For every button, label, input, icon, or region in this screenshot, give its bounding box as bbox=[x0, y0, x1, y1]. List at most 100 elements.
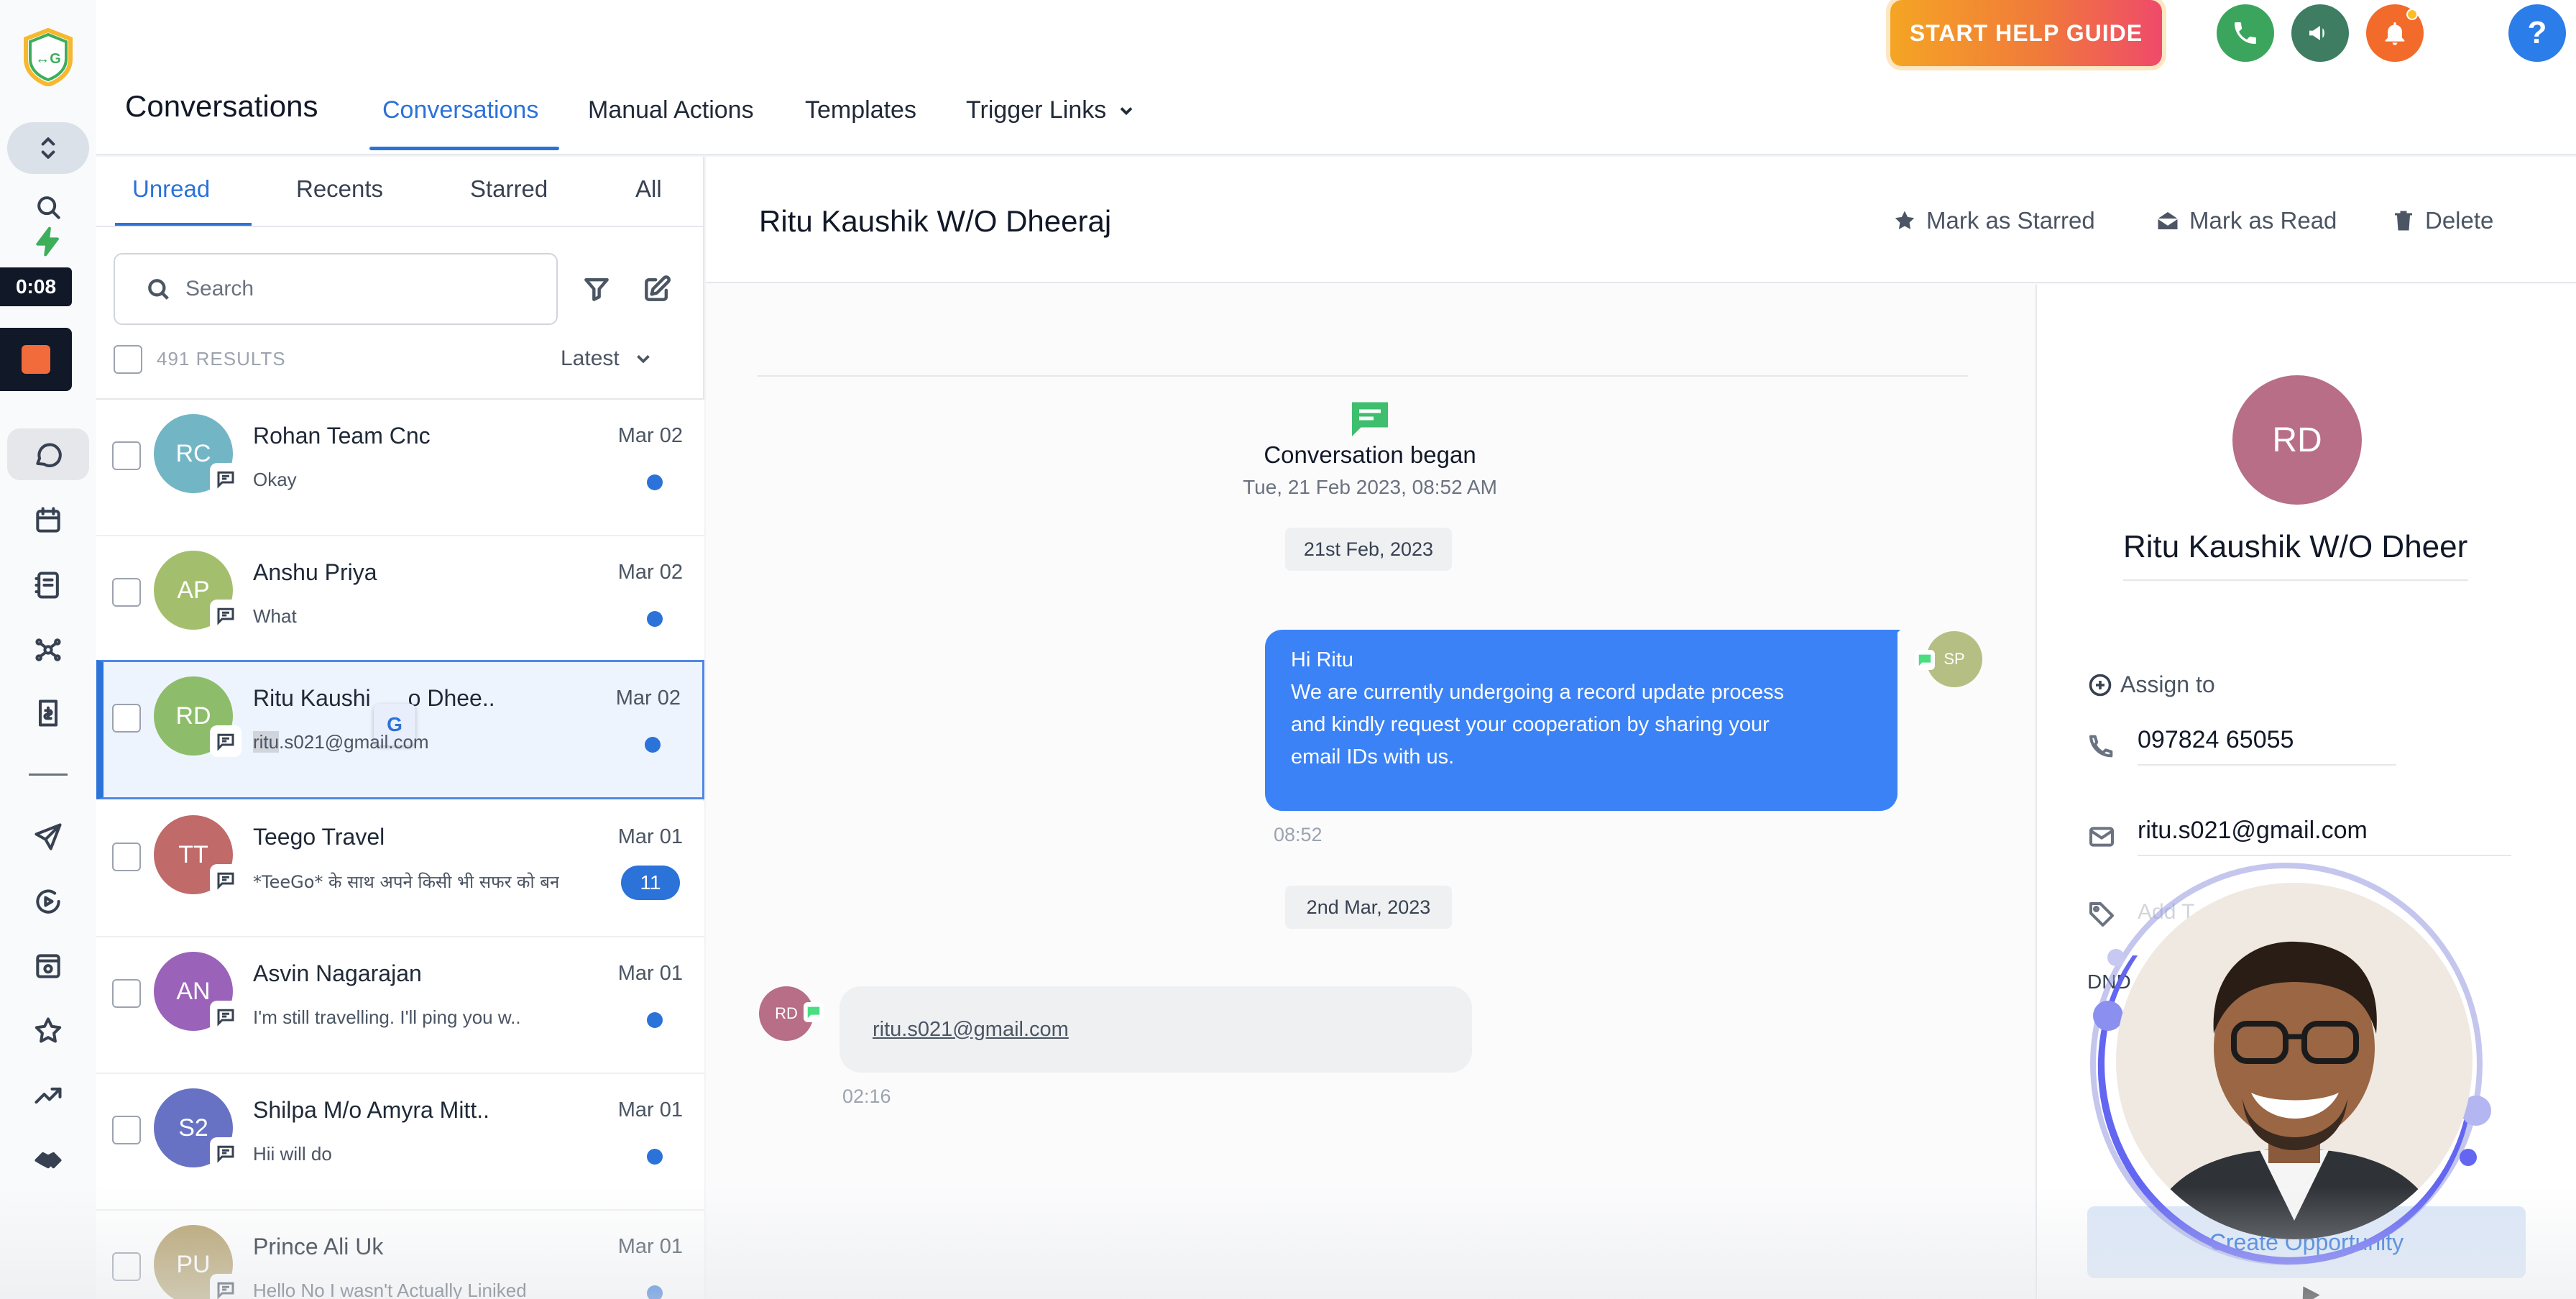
conversation-row[interactable]: TT Teego Travel *TeeGo* के साथ अपने किसी… bbox=[96, 801, 704, 937]
star-icon bbox=[1895, 211, 1915, 229]
contact-name-field[interactable]: Ritu Kaushik W/O Dheeraj bbox=[2123, 529, 2468, 581]
conversation-row[interactable]: S2 Shilpa M/o Amyra Mitt.. Hii will do M… bbox=[96, 1074, 704, 1211]
nav-reporting[interactable] bbox=[7, 1070, 89, 1121]
sort-label: Latest bbox=[561, 346, 620, 370]
row-checkbox[interactable] bbox=[112, 979, 141, 1008]
tag-icon bbox=[2089, 902, 2114, 927]
play-circle-icon bbox=[36, 889, 60, 914]
sms-channel-icon bbox=[211, 866, 240, 894]
conversation-row[interactable]: AP Anshu Priya What Mar 02 bbox=[96, 536, 704, 673]
rail-divider bbox=[29, 774, 68, 776]
start-help-guide-button[interactable]: START HELP GUIDE bbox=[1890, 0, 2162, 66]
tab-manual-actions[interactable]: Manual Actions bbox=[588, 96, 754, 124]
mark-as-starred-button[interactable]: Mark as Starred bbox=[1892, 207, 2095, 234]
nav-payments[interactable] bbox=[7, 687, 89, 739]
message-line: email IDs with us. bbox=[1291, 745, 1455, 768]
conversation-icon bbox=[1352, 402, 1388, 436]
email-row: ritu.s021@gmail.com bbox=[2087, 817, 2511, 856]
bell-icon bbox=[2385, 22, 2405, 45]
contact-name: Asvin Nagarajan bbox=[253, 960, 422, 986]
filter-button[interactable] bbox=[578, 270, 615, 308]
nav-sites[interactable] bbox=[7, 940, 89, 992]
row-checkbox[interactable] bbox=[112, 441, 141, 470]
stop-recording-button[interactable] bbox=[0, 328, 72, 391]
tab-all[interactable]: All bbox=[635, 175, 662, 203]
search-input[interactable] bbox=[185, 277, 530, 301]
message-date: Mar 01 bbox=[617, 1235, 683, 1258]
quick-actions-button[interactable] bbox=[7, 226, 89, 257]
nav-integrations[interactable] bbox=[7, 1134, 89, 1186]
row-checkbox[interactable] bbox=[112, 578, 141, 607]
svg-text:↔G: ↔G bbox=[35, 51, 61, 67]
date-separator: 21st Feb, 2023 bbox=[1285, 528, 1452, 571]
phone-button[interactable] bbox=[2217, 4, 2274, 62]
row-checkbox[interactable] bbox=[112, 1252, 141, 1281]
nav-reputation[interactable] bbox=[7, 1005, 89, 1057]
page-title: Conversations bbox=[125, 89, 318, 123]
tab-starred[interactable]: Starred bbox=[470, 175, 548, 203]
nav-contacts[interactable] bbox=[7, 559, 89, 611]
search-box bbox=[114, 253, 558, 325]
tab-trigger-links[interactable]: Trigger Links bbox=[966, 96, 1136, 124]
nav-marketing[interactable] bbox=[7, 811, 89, 863]
sms-channel-icon bbox=[211, 464, 240, 493]
tab-recents[interactable]: Recents bbox=[296, 175, 383, 203]
nav-opportunities[interactable] bbox=[7, 624, 89, 676]
message-date: Mar 01 bbox=[617, 825, 683, 848]
tab-unread[interactable]: Unread bbox=[132, 175, 210, 203]
row-checkbox[interactable] bbox=[112, 843, 141, 871]
chat-contact-title: Ritu Kaushik W/O Dheeraj bbox=[759, 204, 1112, 238]
chevron-down-icon bbox=[636, 354, 650, 364]
tab-trigger-links-label: Trigger Links bbox=[966, 96, 1107, 124]
message-date: Mar 01 bbox=[617, 1098, 683, 1121]
contact-name: Teego Travel bbox=[253, 824, 385, 850]
contact-name-part: o Dhee.. bbox=[408, 685, 495, 711]
sms-badge-icon bbox=[1915, 650, 1935, 670]
phone-row: 097824 65055 bbox=[2087, 726, 2396, 766]
email-field[interactable]: ritu.s021@gmail.com bbox=[2138, 817, 2511, 856]
conversation-row-selected[interactable]: RD Ritu Kaushi o Dhee.. G ritu.s021@gmail… bbox=[96, 660, 704, 799]
webcam-feed bbox=[2116, 883, 2472, 1239]
conversation-row[interactable]: RC Rohan Team Cnc Okay Mar 02 bbox=[96, 400, 704, 536]
unread-dot bbox=[647, 1285, 663, 1299]
notifications-button[interactable] bbox=[2366, 4, 2424, 62]
help-button[interactable]: ? bbox=[2508, 4, 2566, 62]
nav-calendar[interactable] bbox=[7, 495, 89, 546]
mark-as-read-button[interactable]: Mark as Read bbox=[2155, 207, 2337, 234]
contact-name: Prince Ali Uk bbox=[253, 1234, 384, 1259]
assign-to-button[interactable]: Assign to bbox=[2087, 671, 2215, 698]
nav-automation[interactable] bbox=[7, 876, 89, 927]
tab-templates[interactable]: Templates bbox=[805, 96, 916, 124]
announcements-button[interactable] bbox=[2291, 4, 2349, 62]
sort-dropdown[interactable]: Latest bbox=[561, 346, 654, 371]
brand-logo[interactable]: ↔G bbox=[22, 27, 75, 86]
select-all-checkbox[interactable] bbox=[114, 345, 142, 374]
expand-toggle-button[interactable] bbox=[7, 122, 89, 174]
sms-channel-icon bbox=[211, 1002, 240, 1031]
incoming-message: ritu.s021@gmail.com bbox=[840, 986, 1472, 1073]
phone-field[interactable]: 097824 65055 bbox=[2138, 726, 2396, 766]
webcam-ring-dot bbox=[2107, 949, 2125, 966]
row-checkbox[interactable] bbox=[112, 704, 141, 733]
contact-name: Anshu Priya bbox=[253, 559, 377, 585]
invoice-icon bbox=[38, 699, 58, 727]
compose-button[interactable] bbox=[638, 270, 676, 308]
row-checkbox[interactable] bbox=[112, 1116, 141, 1144]
outgoing-message[interactable]: Hi Ritu We are currently undergoing a re… bbox=[1265, 630, 1898, 811]
star-icon bbox=[34, 1017, 62, 1043]
send-icon bbox=[34, 823, 62, 850]
help-icon: ? bbox=[2527, 15, 2547, 50]
message-date: Mar 01 bbox=[617, 962, 683, 985]
conversation-row[interactable]: PU Prince Ali Uk Hello No I wasn't Actua… bbox=[96, 1211, 704, 1299]
message-time: 02:16 bbox=[842, 1085, 891, 1107]
conversation-row[interactable]: AN Asvin Nagarajan I'm still travelling.… bbox=[96, 937, 704, 1074]
email-link[interactable]: ritu.s021@gmail.com bbox=[873, 1018, 1069, 1042]
bubble-tail bbox=[1883, 630, 1900, 647]
delete-button[interactable]: Delete bbox=[2391, 207, 2493, 234]
nav-conversations[interactable] bbox=[7, 428, 89, 480]
webcam-ring-dot bbox=[2460, 1149, 2477, 1166]
message-line: and kindly request your cooperation by s… bbox=[1291, 713, 1770, 736]
message-preview: ritu.s021@gmail.com bbox=[253, 731, 429, 753]
tab-conversations[interactable]: Conversations bbox=[382, 96, 538, 124]
date-separator: 2nd Mar, 2023 bbox=[1285, 886, 1452, 929]
